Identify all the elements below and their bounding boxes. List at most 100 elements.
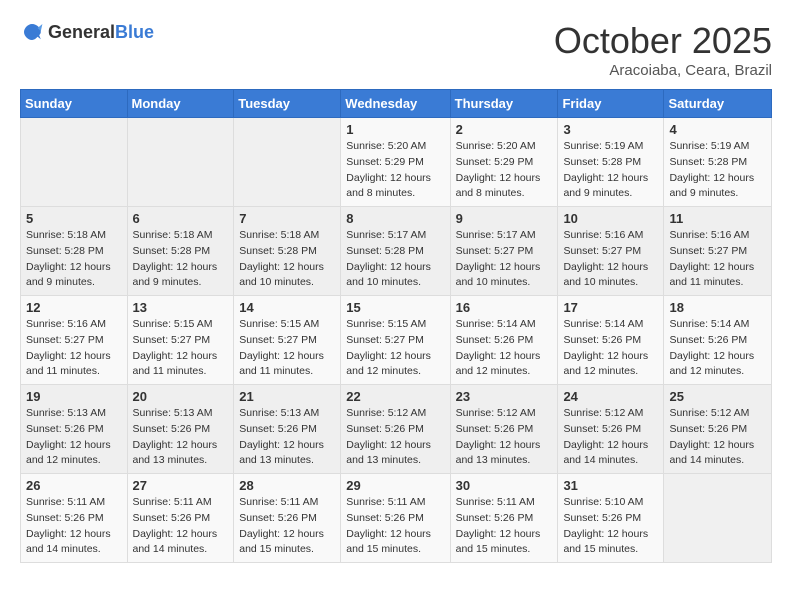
weekday-header-sunday: Sunday bbox=[21, 90, 128, 118]
day-number: 31 bbox=[563, 478, 658, 493]
day-cell: 10 Sunrise: 5:16 AMSunset: 5:27 PMDayligh… bbox=[558, 207, 664, 296]
day-info: Sunrise: 5:12 AMSunset: 5:26 PMDaylight:… bbox=[346, 406, 444, 469]
day-cell: 12 Sunrise: 5:16 AMSunset: 5:27 PMDayligh… bbox=[21, 296, 128, 385]
day-info: Sunrise: 5:12 AMSunset: 5:26 PMDaylight:… bbox=[456, 406, 553, 469]
weekday-header-thursday: Thursday bbox=[450, 90, 558, 118]
day-cell: 5Sunrise: 5:18 AMSunset: 5:28 PMDaylight… bbox=[21, 207, 128, 296]
day-number: 13 bbox=[133, 300, 229, 315]
week-row-3: 12 Sunrise: 5:16 AMSunset: 5:27 PMDayligh… bbox=[21, 296, 772, 385]
day-info: Sunrise: 5:18 AMSunset: 5:28 PMDaylight:… bbox=[133, 228, 229, 291]
day-number: 19 bbox=[26, 389, 122, 404]
day-info: Sunrise: 5:11 AMSunset: 5:26 PMDaylight:… bbox=[239, 495, 335, 558]
day-number: 9 bbox=[456, 211, 553, 226]
logo-blue: Blue bbox=[115, 22, 154, 42]
day-number: 6 bbox=[133, 211, 229, 226]
day-info: Sunrise: 5:16 AMSunset: 5:27 PMDaylight:… bbox=[26, 317, 122, 380]
day-number: 14 bbox=[239, 300, 335, 315]
day-cell bbox=[664, 474, 772, 563]
day-number: 27 bbox=[133, 478, 229, 493]
day-number: 2 bbox=[456, 122, 553, 137]
day-number: 4 bbox=[669, 122, 766, 137]
day-info: Sunrise: 5:16 AMSunset: 5:27 PMDaylight:… bbox=[563, 228, 658, 291]
day-number: 22 bbox=[346, 389, 444, 404]
day-cell: 6 Sunrise: 5:18 AMSunset: 5:28 PMDaylight… bbox=[127, 207, 234, 296]
day-info: Sunrise: 5:17 AMSunset: 5:27 PMDaylight:… bbox=[456, 228, 553, 291]
logo-text: GeneralBlue bbox=[48, 22, 154, 43]
day-cell: 29 Sunrise: 5:11 AMSunset: 5:26 PMDayligh… bbox=[341, 474, 450, 563]
day-cell: 13 Sunrise: 5:15 AMSunset: 5:27 PMDayligh… bbox=[127, 296, 234, 385]
day-info: Sunrise: 5:17 AMSunset: 5:28 PMDaylight:… bbox=[346, 228, 444, 291]
day-number: 10 bbox=[563, 211, 658, 226]
day-cell: 23Sunrise: 5:12 AMSunset: 5:26 PMDayligh… bbox=[450, 385, 558, 474]
day-number: 1 bbox=[346, 122, 444, 137]
day-number: 5 bbox=[26, 211, 122, 226]
day-info: Sunrise: 5:13 AMSunset: 5:26 PMDaylight:… bbox=[26, 406, 122, 469]
day-number: 17 bbox=[563, 300, 658, 315]
logo-general: General bbox=[48, 22, 115, 42]
day-number: 7 bbox=[239, 211, 335, 226]
day-cell: 1 Sunrise: 5:20 AMSunset: 5:29 PMDaylight… bbox=[341, 118, 450, 207]
day-info: Sunrise: 5:12 AMSunset: 5:26 PMDaylight:… bbox=[669, 406, 766, 469]
day-info: Sunrise: 5:14 AMSunset: 5:26 PMDaylight:… bbox=[456, 317, 553, 380]
day-cell: 9 Sunrise: 5:17 AMSunset: 5:27 PMDaylight… bbox=[450, 207, 558, 296]
day-number: 3 bbox=[563, 122, 658, 137]
day-cell: 15Sunrise: 5:15 AMSunset: 5:27 PMDayligh… bbox=[341, 296, 450, 385]
day-cell: 30Sunrise: 5:11 AMSunset: 5:26 PMDayligh… bbox=[450, 474, 558, 563]
day-cell: 17 Sunrise: 5:14 AMSunset: 5:26 PMDayligh… bbox=[558, 296, 664, 385]
day-cell: 2 Sunrise: 5:20 AMSunset: 5:29 PMDaylight… bbox=[450, 118, 558, 207]
day-info: Sunrise: 5:13 AMSunset: 5:26 PMDaylight:… bbox=[133, 406, 229, 469]
logo: GeneralBlue bbox=[20, 20, 154, 44]
title-area: October 2025 Aracoiaba, Ceara, Brazil bbox=[554, 20, 772, 79]
day-number: 16 bbox=[456, 300, 553, 315]
day-number: 29 bbox=[346, 478, 444, 493]
day-info: Sunrise: 5:15 AMSunset: 5:27 PMDaylight:… bbox=[133, 317, 229, 380]
day-info: Sunrise: 5:20 AMSunset: 5:29 PMDaylight:… bbox=[346, 139, 444, 202]
day-number: 8 bbox=[346, 211, 444, 226]
day-number: 26 bbox=[26, 478, 122, 493]
day-info: Sunrise: 5:16 AMSunset: 5:27 PMDaylight:… bbox=[669, 228, 766, 291]
day-number: 28 bbox=[239, 478, 335, 493]
logo-icon bbox=[20, 20, 44, 44]
day-cell: 19 Sunrise: 5:13 AMSunset: 5:26 PMDayligh… bbox=[21, 385, 128, 474]
day-cell: 4 Sunrise: 5:19 AMSunset: 5:28 PMDaylight… bbox=[664, 118, 772, 207]
day-cell: 24Sunrise: 5:12 AMSunset: 5:26 PMDayligh… bbox=[558, 385, 664, 474]
day-cell bbox=[127, 118, 234, 207]
day-cell: 22 Sunrise: 5:12 AMSunset: 5:26 PMDayligh… bbox=[341, 385, 450, 474]
week-row-4: 19 Sunrise: 5:13 AMSunset: 5:26 PMDayligh… bbox=[21, 385, 772, 474]
day-cell: 8 Sunrise: 5:17 AMSunset: 5:28 PMDaylight… bbox=[341, 207, 450, 296]
day-number: 11 bbox=[669, 211, 766, 226]
page-header: GeneralBlue October 2025 Aracoiaba, Cear… bbox=[20, 20, 772, 79]
day-info: Sunrise: 5:19 AMSunset: 5:28 PMDaylight:… bbox=[669, 139, 766, 202]
day-info: Sunrise: 5:12 AMSunset: 5:26 PMDaylight:… bbox=[563, 406, 658, 469]
day-number: 18 bbox=[669, 300, 766, 315]
weekday-header-monday: Monday bbox=[127, 90, 234, 118]
day-cell: 3Sunrise: 5:19 AMSunset: 5:28 PMDaylight… bbox=[558, 118, 664, 207]
day-info: Sunrise: 5:14 AMSunset: 5:26 PMDaylight:… bbox=[563, 317, 658, 380]
day-info: Sunrise: 5:11 AMSunset: 5:26 PMDaylight:… bbox=[133, 495, 229, 558]
calendar-table: SundayMondayTuesdayWednesdayThursdayFrid… bbox=[20, 89, 772, 563]
day-number: 21 bbox=[239, 389, 335, 404]
day-number: 25 bbox=[669, 389, 766, 404]
day-cell: 25 Sunrise: 5:12 AMSunset: 5:26 PMDayligh… bbox=[664, 385, 772, 474]
day-number: 30 bbox=[456, 478, 553, 493]
day-info: Sunrise: 5:11 AMSunset: 5:26 PMDaylight:… bbox=[26, 495, 122, 558]
weekday-header-friday: Friday bbox=[558, 90, 664, 118]
day-cell: 26 Sunrise: 5:11 AMSunset: 5:26 PMDayligh… bbox=[21, 474, 128, 563]
week-row-5: 26 Sunrise: 5:11 AMSunset: 5:26 PMDayligh… bbox=[21, 474, 772, 563]
day-number: 15 bbox=[346, 300, 444, 315]
day-number: 20 bbox=[133, 389, 229, 404]
day-info: Sunrise: 5:11 AMSunset: 5:26 PMDaylight:… bbox=[346, 495, 444, 558]
day-info: Sunrise: 5:20 AMSunset: 5:29 PMDaylight:… bbox=[456, 139, 553, 202]
day-cell: 31 Sunrise: 5:10 AMSunset: 5:26 PMDayligh… bbox=[558, 474, 664, 563]
day-info: Sunrise: 5:14 AMSunset: 5:26 PMDaylight:… bbox=[669, 317, 766, 380]
day-cell: 7Sunrise: 5:18 AMSunset: 5:28 PMDaylight… bbox=[234, 207, 341, 296]
day-cell: 21Sunrise: 5:13 AMSunset: 5:26 PMDayligh… bbox=[234, 385, 341, 474]
day-info: Sunrise: 5:10 AMSunset: 5:26 PMDaylight:… bbox=[563, 495, 658, 558]
day-cell bbox=[234, 118, 341, 207]
day-number: 12 bbox=[26, 300, 122, 315]
day-cell bbox=[21, 118, 128, 207]
day-cell: 11 Sunrise: 5:16 AMSunset: 5:27 PMDayligh… bbox=[664, 207, 772, 296]
day-cell: 16 Sunrise: 5:14 AMSunset: 5:26 PMDayligh… bbox=[450, 296, 558, 385]
day-cell: 27 Sunrise: 5:11 AMSunset: 5:26 PMDayligh… bbox=[127, 474, 234, 563]
location: Aracoiaba, Ceara, Brazil bbox=[554, 62, 772, 79]
